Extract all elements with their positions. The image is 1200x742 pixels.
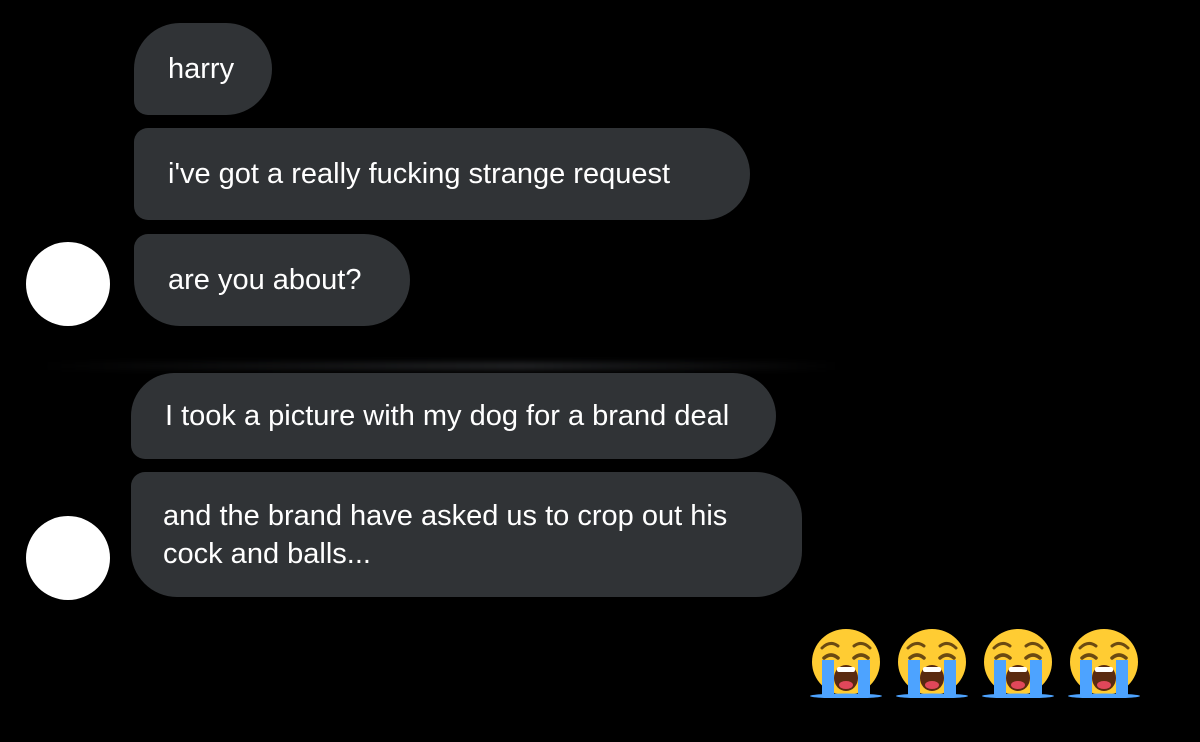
- avatar[interactable]: [26, 516, 110, 600]
- avatar[interactable]: [26, 242, 110, 326]
- message-bubble-harry[interactable]: harry: [134, 23, 272, 115]
- loudly-crying-face-icon: [894, 626, 970, 699]
- message-text: and the brand have asked us to crop out …: [163, 499, 728, 570]
- message-bubble-are-you-about[interactable]: are you about?: [134, 234, 410, 326]
- divider: [40, 362, 840, 370]
- message-text: harry: [168, 53, 235, 85]
- loudly-crying-face-icon: [808, 626, 884, 699]
- message-bubble-strange-request[interactable]: i've got a really fucking strange reques…: [134, 128, 750, 220]
- loudly-crying-face-icon: [980, 626, 1056, 699]
- message-text: i've got a really fucking strange reques…: [168, 158, 671, 190]
- message-bubble-crop-request[interactable]: and the brand have asked us to crop out …: [131, 472, 802, 597]
- emoji-reaction-row: [808, 626, 1142, 699]
- message-text: are you about?: [168, 264, 362, 296]
- message-bubble-brand-deal[interactable]: I took a picture with my dog for a brand…: [131, 373, 776, 459]
- message-text: I took a picture with my dog for a brand…: [165, 400, 730, 432]
- loudly-crying-face-icon: [1066, 626, 1142, 699]
